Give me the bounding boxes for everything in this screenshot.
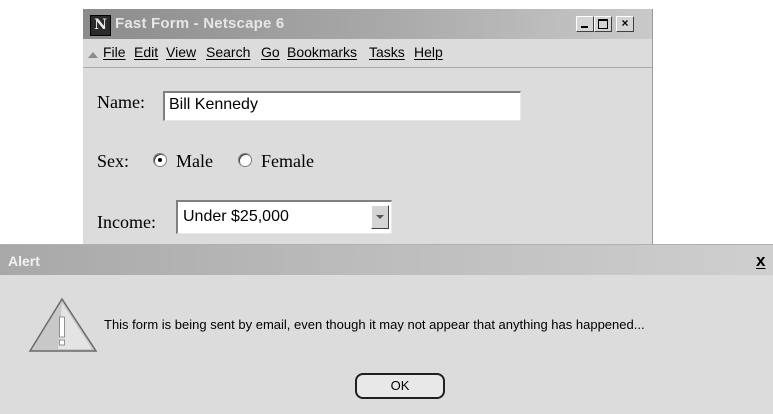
minimize-button[interactable] bbox=[576, 16, 594, 32]
browser-window: N Fast Form - Netscape 6 × File Edit Vie… bbox=[83, 9, 653, 269]
menu-bar: File Edit View Search Go Bookmarks Tasks… bbox=[83, 39, 652, 68]
name-label: Name: bbox=[97, 92, 145, 112]
warning-icon bbox=[28, 297, 98, 352]
menu-bookmarks[interactable]: Bookmarks bbox=[287, 44, 357, 60]
netscape-logo-icon: N bbox=[90, 15, 111, 36]
menu-edit[interactable]: Edit bbox=[134, 44, 158, 60]
alert-titlebar[interactable]: Alert x bbox=[0, 245, 773, 275]
sex-male-label[interactable]: Male bbox=[176, 151, 213, 172]
sex-female-radio[interactable] bbox=[238, 153, 252, 167]
menu-go[interactable]: Go bbox=[261, 44, 280, 60]
sex-male-radio[interactable] bbox=[153, 153, 167, 167]
menu-search[interactable]: Search bbox=[206, 44, 250, 60]
alert-dialog: Alert x This form is being sent by email… bbox=[0, 244, 773, 414]
alert-title: Alert bbox=[8, 253, 40, 269]
window-titlebar[interactable]: N Fast Form - Netscape 6 × bbox=[83, 9, 652, 39]
income-selected-value: Under $25,000 bbox=[183, 208, 289, 225]
name-input[interactable]: Bill Kennedy bbox=[163, 91, 521, 121]
sex-female-label[interactable]: Female bbox=[261, 151, 314, 172]
maximize-button[interactable] bbox=[594, 16, 612, 32]
close-button[interactable]: × bbox=[616, 16, 634, 32]
menu-help[interactable]: Help bbox=[414, 44, 443, 60]
menu-tasks[interactable]: Tasks bbox=[369, 44, 405, 60]
ok-button[interactable]: OK bbox=[355, 373, 445, 399]
menu-file[interactable]: File bbox=[103, 44, 126, 60]
income-select[interactable]: Under $25,000 bbox=[176, 200, 392, 234]
menu-grip-icon[interactable] bbox=[88, 52, 98, 58]
window-title: Fast Form - Netscape 6 bbox=[115, 15, 285, 32]
menu-view[interactable]: View bbox=[166, 44, 196, 60]
sex-label: Sex: bbox=[97, 151, 130, 171]
income-label: Income: bbox=[97, 212, 156, 232]
dropdown-arrow-icon[interactable] bbox=[371, 205, 389, 229]
alert-message: This form is being sent by email, even t… bbox=[104, 317, 645, 332]
alert-close-button[interactable]: x bbox=[756, 251, 765, 271]
